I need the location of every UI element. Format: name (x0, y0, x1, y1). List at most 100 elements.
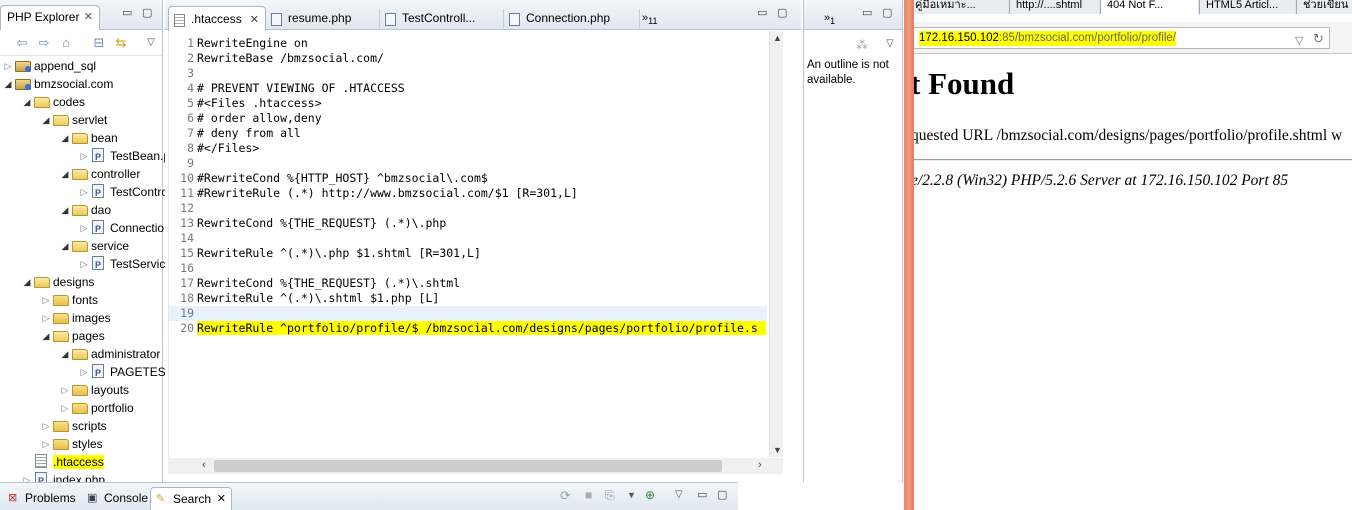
tree-item[interactable]: ▷ TestContro (79, 183, 168, 202)
tree-item[interactable]: ▷ TestServic (79, 255, 165, 274)
collapse-triangle-icon[interactable]: ◢ (60, 201, 70, 219)
expand-triangle-icon[interactable]: ▷ (79, 183, 89, 201)
tree-item[interactable]: ◢ bean (60, 129, 118, 147)
dropdown-icon[interactable]: ▽ (1295, 34, 1303, 47)
tree-item[interactable]: .htaccess (22, 453, 104, 471)
history-icon[interactable]: ⎘ (605, 488, 615, 503)
scroll-right-icon[interactable]: › (758, 459, 762, 471)
tree-item[interactable]: ◢ service (60, 237, 129, 255)
collapse-triangle-icon[interactable]: ◢ (41, 111, 51, 129)
collapse-triangle-icon[interactable]: ◢ (60, 237, 70, 255)
tab-console[interactable]: ▣ Console (82, 487, 152, 510)
pin-view-icon[interactable]: ⊕ (645, 488, 655, 502)
tree-item[interactable]: ▷ PAGETEST (79, 363, 173, 382)
forward-arrow-icon[interactable]: ⇨ (36, 36, 52, 50)
bottom-menu-icon[interactable]: ▽ (675, 489, 683, 500)
browser-tab[interactable]: HTML5 Articl... (1199, 0, 1295, 14)
expand-triangle-icon[interactable]: ▷ (41, 309, 51, 327)
collapse-triangle-icon[interactable]: ◢ (22, 273, 32, 291)
folder-icon (53, 115, 69, 126)
horizontal-scrollbar[interactable]: ‹ › (168, 458, 783, 474)
expand-triangle-icon[interactable]: ▷ (79, 255, 89, 273)
editor-tab[interactable]: resume.php (266, 9, 380, 30)
expand-triangle-icon[interactable]: ▷ (79, 363, 89, 381)
tree-item[interactable]: ▷ layouts (60, 381, 130, 399)
maximize-icon[interactable]: ▢ (142, 8, 154, 19)
tab-php-explorer[interactable]: PHP Explorer ✕ (0, 5, 100, 30)
tab-problems[interactable]: ⊠ Problems (3, 487, 78, 510)
expand-triangle-icon[interactable]: ▷ (79, 147, 89, 165)
code-line: 8 #</Files> (169, 141, 767, 156)
link-editor-icon[interactable]: ⇆ (113, 36, 129, 50)
tab-search[interactable]: ✎ Search ✕ (150, 487, 232, 510)
cancel-search-icon[interactable]: ■ (585, 488, 592, 502)
view-menu-icon[interactable]: ▽ (143, 36, 159, 50)
tree-item[interactable]: ▷ images (41, 309, 111, 327)
scrollbar-thumb[interactable] (214, 460, 722, 472)
back-arrow-icon[interactable]: ⇦ (14, 36, 30, 50)
close-icon[interactable]: ✕ (84, 10, 93, 23)
editor-tab[interactable]: .htaccess ✕ (168, 6, 266, 31)
bottom-minimize-icon[interactable]: ▭ (697, 488, 707, 501)
tree-item[interactable]: ▷ portfolio (60, 399, 134, 417)
collapse-triangle-icon[interactable]: ◢ (60, 345, 70, 363)
code-editor[interactable]: 1 RewriteEngine on 2 RewriteBase /bmzsocial… (168, 31, 768, 457)
scroll-down-icon[interactable]: ▼ (773, 445, 782, 455)
close-icon[interactable]: ✕ (250, 13, 259, 26)
expand-triangle-icon[interactable]: ▷ (41, 435, 51, 453)
expand-triangle-icon[interactable]: ▷ (79, 219, 89, 237)
tab-overflow-button[interactable]: »11 (642, 12, 657, 26)
tree-item[interactable]: ◢ administrator (60, 345, 161, 363)
tree-item[interactable]: ◢ controller (60, 165, 141, 183)
code-text: # order allow,deny (197, 111, 322, 125)
history-dropdown-icon[interactable]: ▼ (627, 490, 636, 500)
outline-menu-icon[interactable]: ▽ (886, 38, 894, 49)
browser-tab[interactable]: คู่มือเหมาะ... (914, 0, 1008, 14)
tree-item[interactable]: ◢ bmzsocial.com (3, 75, 114, 93)
collapse-triangle-icon[interactable]: ◢ (22, 93, 32, 111)
expand-triangle-icon[interactable]: ▷ (60, 381, 70, 399)
editor-tab[interactable]: Connection.php (504, 9, 640, 30)
editor-tab[interactable]: TestControll... (380, 9, 504, 30)
expand-triangle-icon[interactable]: ▷ (41, 417, 51, 435)
collapse-triangle-icon[interactable]: ◢ (3, 75, 13, 93)
vertical-scrollbar[interactable]: ▲ ▼ (769, 31, 783, 457)
tree-item[interactable]: ◢ codes (22, 93, 86, 111)
scroll-left-icon[interactable]: ‹ (202, 459, 206, 471)
line-number: 11 (180, 186, 194, 200)
minimize-icon[interactable]: ▭ (122, 8, 134, 19)
tree-item[interactable]: ◢ servlet (41, 111, 108, 129)
collapse-triangle-icon[interactable]: ◢ (41, 327, 51, 345)
tree-item[interactable]: ▷ fonts (41, 291, 98, 309)
editor-minimize-icon[interactable]: ▭ (757, 8, 769, 19)
tree-item[interactable]: ◢ pages (41, 327, 105, 345)
bottom-maximize-icon[interactable]: ▢ (717, 488, 727, 501)
scroll-up-icon[interactable]: ▲ (773, 33, 782, 43)
browser-tab[interactable]: http://....shtml (1009, 0, 1099, 14)
tree-item[interactable]: ▷ TestBean.p (79, 147, 170, 166)
tree-item[interactable]: ▷ styles (41, 435, 103, 453)
tree-item[interactable]: ▷ Connectio (79, 219, 164, 238)
collapse-all-icon[interactable]: ⊟ (91, 36, 107, 50)
expand-triangle-icon[interactable]: ▷ (41, 291, 51, 309)
outline-toolbar-icon[interactable]: ⁂ (856, 38, 868, 52)
browser-tab[interactable]: 404 Not F... (1100, 0, 1198, 14)
tree-item[interactable]: ▷ scripts (41, 417, 107, 435)
tree-item[interactable]: ◢ dao (60, 201, 112, 219)
close-icon[interactable]: ✕ (217, 492, 226, 505)
tree-item[interactable]: ▷ append_sql (3, 57, 97, 75)
reload-icon[interactable]: ↻ (1313, 31, 1324, 47)
refresh-search-icon[interactable]: ⟳ (560, 488, 571, 504)
expand-triangle-icon[interactable]: ▷ (3, 57, 13, 75)
outline-maximize-icon[interactable]: ▢ (882, 8, 894, 19)
up-folder-icon[interactable]: ⌂ (58, 36, 74, 50)
editor-maximize-icon[interactable]: ▢ (777, 8, 789, 19)
collapse-triangle-icon[interactable]: ◢ (60, 129, 70, 147)
collapse-triangle-icon[interactable]: ◢ (60, 165, 70, 183)
expand-triangle-icon[interactable]: ▷ (60, 399, 70, 417)
outline-tab-overflow[interactable]: »1 (824, 12, 835, 26)
browser-tab[interactable]: ช่วยเขียน (1296, 0, 1352, 14)
address-bar[interactable]: 172.16.150.102:85/bmzsocial.com/portfoli… (914, 27, 1330, 49)
outline-minimize-icon[interactable]: ▭ (862, 8, 874, 19)
tree-item[interactable]: ◢ designs (22, 273, 95, 291)
